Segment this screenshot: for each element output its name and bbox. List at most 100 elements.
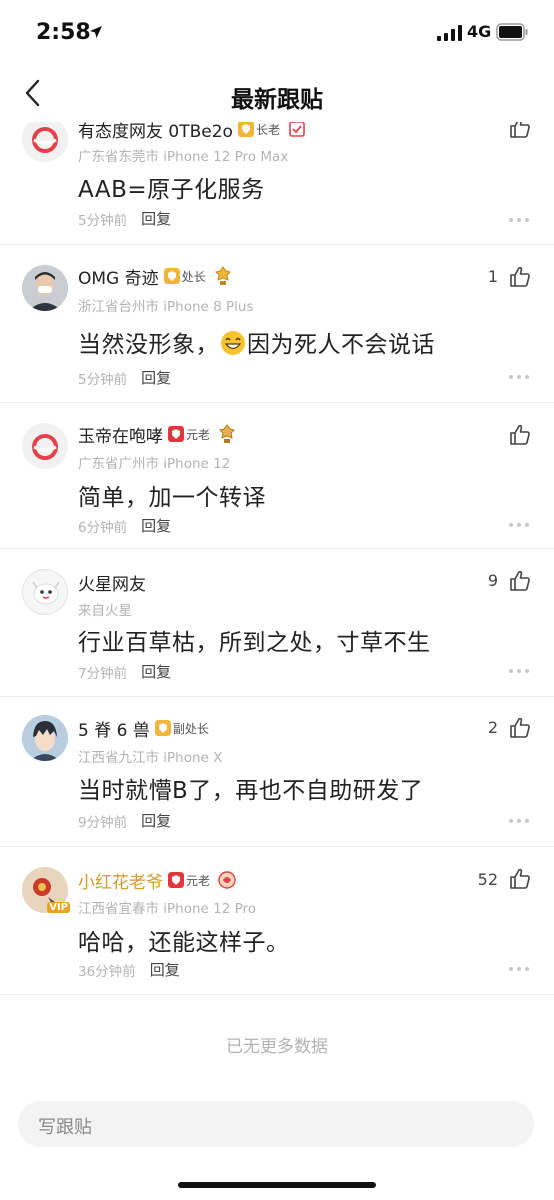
reply-button[interactable]: 回复 xyxy=(141,208,171,229)
page-title: 最新跟贴 xyxy=(231,87,323,113)
status-bar: 2:58 4G xyxy=(0,0,554,64)
thumbs-up-icon[interactable] xyxy=(508,265,532,289)
user-line: OMG 奇迹 处长 xyxy=(78,263,232,289)
medal-icon xyxy=(289,121,305,137)
like-count: 1 xyxy=(487,267,498,286)
location-device: 江西省九江市 iPhone X xyxy=(78,750,223,766)
compose-bar[interactable]: 写跟贴 xyxy=(18,1101,534,1147)
comment-item: VIP 小红花老爷 元老 江西省宜春市 iPhone 12 Pro 哈哈，还能这… xyxy=(0,847,554,995)
username[interactable]: 玉帝在咆哮 xyxy=(78,422,163,447)
location-device: 广东省东莞市 iPhone 12 Pro Max xyxy=(78,149,289,165)
location-device: 来自火星 xyxy=(78,603,132,619)
user-line: 玉帝在咆哮 元老 xyxy=(78,421,236,447)
rank-badge: 副处长 xyxy=(154,719,209,737)
user-line: 5 脊 6 兽 副处长 xyxy=(78,715,209,741)
vip-badge: VIP xyxy=(47,902,70,913)
reply-button[interactable]: 回复 xyxy=(141,810,171,831)
anime-avatar-icon xyxy=(22,715,68,761)
location-device: 江西省宜春市 iPhone 12 Pro xyxy=(78,901,257,917)
badge-label: 处长 xyxy=(181,269,206,284)
badge-label: 副处长 xyxy=(172,721,209,736)
comment-item: 玉帝在咆哮 元老 广东省广州市 iPhone 12 简单，加一个转译 6分钟前 … xyxy=(0,403,554,549)
username[interactable]: 火星网友 xyxy=(78,570,146,595)
medal-icon xyxy=(214,266,231,285)
like-count: 9 xyxy=(487,571,498,590)
comment-item: 5 脊 6 兽 副处长 江西省九江市 iPhone X 当时就懵B了，再也不自助… xyxy=(0,697,554,847)
comment-text[interactable]: 行业百草枯，所到之处，寸草不生 xyxy=(78,623,431,657)
avatar[interactable] xyxy=(22,569,68,615)
avatar[interactable]: VIP xyxy=(22,867,70,913)
rank-badge: 长老 xyxy=(237,120,280,138)
comment-text[interactable]: 简单，加一个转译 xyxy=(78,478,266,512)
reply-button[interactable]: 回复 xyxy=(141,661,171,682)
netease-logo-icon xyxy=(22,116,68,162)
rank-badge: 处长 xyxy=(163,267,206,285)
comment-meta: 36分钟前 回复 xyxy=(78,959,180,980)
medal-icon xyxy=(218,871,236,889)
shield-badge-icon xyxy=(163,268,180,284)
shield-badge-icon xyxy=(154,720,171,736)
rank-badge: 元老 xyxy=(168,871,210,889)
location-device: 广东省广州市 iPhone 12 xyxy=(78,456,231,472)
comment-time: 5分钟前 xyxy=(78,212,128,229)
comment-time: 7分钟前 xyxy=(78,665,128,682)
more-icon[interactable] xyxy=(508,217,530,223)
user-line: 火星网友 xyxy=(78,569,146,595)
more-icon[interactable] xyxy=(508,818,530,824)
comment-text[interactable]: AAB=原子化服务 xyxy=(78,170,265,204)
like-count: 52 xyxy=(477,870,498,889)
comment-meta: 6分钟前 回复 xyxy=(78,515,171,536)
avatar[interactable] xyxy=(22,423,68,469)
username[interactable]: OMG 奇迹 xyxy=(78,264,159,289)
thumbs-up-icon[interactable] xyxy=(508,423,532,447)
comment-item: OMG 奇迹 处长 浙江省台州市 iPhone 8 Plus 当然没形象， 因为死… xyxy=(0,245,554,403)
thumbs-up-icon[interactable] xyxy=(508,716,532,740)
shield-badge-icon xyxy=(237,121,254,137)
status-time: 2:58 xyxy=(36,20,91,45)
signal-icon xyxy=(437,25,463,41)
avatar[interactable] xyxy=(22,715,68,761)
location-arrow-icon xyxy=(90,26,102,38)
badge-label: 元老 xyxy=(186,873,211,888)
thumbs-up-icon[interactable] xyxy=(508,867,532,891)
comment-time: 36分钟前 xyxy=(78,963,136,980)
comment-text[interactable]: 当时就懵B了，再也不自助研发了 xyxy=(78,771,423,805)
user-line: 小红花老爷 元老 xyxy=(78,867,236,893)
shield-badge-icon xyxy=(168,872,184,888)
like-count: 2 xyxy=(487,718,498,737)
comment-meta: 5分钟前 回复 xyxy=(78,367,171,388)
location-device: 浙江省台州市 iPhone 8 Plus xyxy=(78,299,254,315)
medal-icon xyxy=(219,424,235,443)
comment-item: 火星网友 来自火星 行业百草枯，所到之处，寸草不生 7分钟前 回复 9 xyxy=(0,549,554,697)
thumbs-up-icon[interactable] xyxy=(508,569,532,593)
comment-meta: 9分钟前 回复 xyxy=(78,810,171,831)
more-icon[interactable] xyxy=(508,522,530,528)
nav-bar: 最新跟贴 xyxy=(0,64,554,122)
badge-label: 元老 xyxy=(186,427,211,442)
more-icon[interactable] xyxy=(508,668,530,674)
comment-text[interactable]: 当然没形象， 因为死人不会说话 xyxy=(78,325,435,359)
network-label: 4G xyxy=(467,22,492,41)
badge-label: 长老 xyxy=(255,122,280,137)
comment-time: 5分钟前 xyxy=(78,371,128,388)
comment-text-part: 当然没形象， xyxy=(78,332,219,358)
comment-text[interactable]: 哈哈，还能这样子。 xyxy=(78,923,290,957)
comment-text-part: 因为死人不会说话 xyxy=(247,332,435,358)
smile-emoji-icon xyxy=(221,331,245,355)
username[interactable]: 小红花老爷 xyxy=(78,868,163,893)
shield-badge-icon xyxy=(168,426,184,442)
reply-button[interactable]: 回复 xyxy=(150,959,180,980)
more-icon[interactable] xyxy=(508,966,530,972)
more-icon[interactable] xyxy=(508,374,530,380)
battery-icon xyxy=(496,23,528,41)
reply-button[interactable]: 回复 xyxy=(141,515,171,536)
user-photo-icon xyxy=(22,265,68,311)
no-more-data-label: 已无更多数据 xyxy=(226,1037,328,1057)
reply-button[interactable]: 回复 xyxy=(141,367,171,388)
avatar[interactable] xyxy=(22,265,68,311)
home-indicator xyxy=(178,1182,376,1188)
compose-placeholder: 写跟贴 xyxy=(38,1117,92,1138)
username[interactable]: 5 脊 6 兽 xyxy=(78,716,150,741)
comment-time: 6分钟前 xyxy=(78,519,128,536)
avatar[interactable] xyxy=(22,116,68,162)
